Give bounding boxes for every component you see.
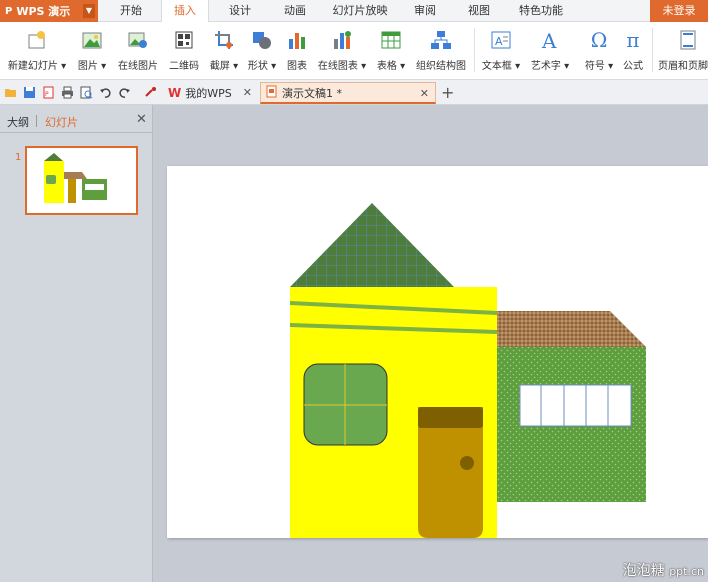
tab-animation[interactable]: 动画 — [275, 0, 315, 22]
house-drawing — [289, 203, 646, 538]
tab-view[interactable]: 视图 — [459, 0, 499, 22]
shapes-icon — [250, 27, 274, 53]
new-slide-button[interactable]: 新建幻灯片 ▾ — [4, 24, 70, 76]
print-icon[interactable] — [61, 86, 74, 99]
screenshot-button[interactable]: 截屏 ▾ — [206, 24, 242, 76]
picture-button[interactable]: 图片 ▾ — [74, 24, 110, 76]
slide-panel: 大纲 幻灯片 ✕ 1 — [0, 105, 153, 582]
screenshot-icon — [212, 27, 236, 53]
shapes-button[interactable]: 形状 ▾ — [244, 24, 280, 76]
tab-divider — [36, 115, 37, 127]
org-chart-icon — [429, 27, 453, 53]
org-chart-button[interactable]: 组织结构图 — [412, 24, 470, 76]
tab-outline[interactable]: 大纲 — [7, 114, 29, 130]
ribbon-toolbar: 新建幻灯片 ▾ 图片 ▾ 在线图片 二维码 截屏 ▾ 形状 ▾ 图表 在线图表 … — [0, 22, 708, 80]
save-icon[interactable] — [23, 86, 36, 99]
slide-thumbnail[interactable] — [25, 146, 138, 215]
tab-design[interactable]: 设计 — [220, 0, 260, 22]
svg-text:A: A — [495, 35, 503, 48]
online-chart-button[interactable]: 在线图表 ▾ — [314, 24, 370, 76]
chevron-down-icon[interactable]: ▼ — [83, 4, 95, 18]
formula-button[interactable]: π 公式 — [618, 24, 648, 76]
tab-features[interactable]: 特色功能 — [511, 0, 571, 22]
presentation-doc-icon — [266, 85, 277, 101]
new-slide-icon — [25, 27, 49, 53]
slide-panel-tabs: 大纲 幻灯片 ✕ — [0, 105, 153, 133]
online-picture-icon — [126, 27, 150, 53]
doc-tab-presentation[interactable]: 演示文稿1 * ✕ — [260, 82, 436, 104]
online-picture-button[interactable]: 在线图片 — [114, 24, 162, 76]
undo-icon[interactable] — [99, 86, 112, 99]
open-folder-icon[interactable] — [4, 86, 17, 99]
table-button[interactable]: 表格 ▾ — [372, 24, 410, 76]
export-pdf-icon[interactable]: P — [42, 86, 55, 99]
tab-home[interactable]: 开始 — [111, 0, 151, 22]
chart-icon — [285, 27, 309, 53]
qrcode-icon — [172, 27, 196, 53]
table-icon — [379, 27, 403, 53]
ribbon-divider — [652, 28, 653, 72]
login-button[interactable]: 未登录 — [650, 0, 708, 22]
format-painter-icon[interactable] — [144, 86, 157, 99]
chart-button[interactable]: 图表 — [282, 24, 312, 76]
redo-icon[interactable] — [118, 86, 131, 99]
front-door[interactable] — [418, 407, 483, 538]
print-preview-icon[interactable] — [80, 86, 93, 99]
tab-slides[interactable]: 幻灯片 — [45, 114, 78, 130]
slide-thumbnail-preview — [44, 153, 107, 203]
close-icon[interactable]: ✕ — [420, 87, 429, 100]
main-window[interactable] — [303, 363, 388, 446]
picture-icon — [80, 27, 104, 53]
tab-insert[interactable]: 插入 — [161, 0, 209, 23]
watermark: 泡泡糖 ppt.cn — [622, 563, 704, 579]
svg-text:A: A — [541, 29, 557, 51]
quick-access-toolbar: P W 我的WPS ✕ 演示文稿1 * ✕ — [0, 80, 708, 105]
slide-editor[interactable] — [167, 166, 708, 538]
online-chart-icon — [330, 27, 354, 53]
tab-review[interactable]: 审阅 — [405, 0, 445, 22]
side-window[interactable] — [519, 384, 632, 427]
app-menu-button[interactable]: P WPS 演示 ▼ — [0, 0, 98, 22]
svg-text:P: P — [45, 91, 49, 98]
symbol-button[interactable]: Ω 符号 ▾ — [580, 24, 618, 76]
close-icon[interactable]: ✕ — [136, 112, 147, 127]
wordart-icon: A — [538, 27, 562, 53]
wps-logo-icon: P — [5, 5, 13, 17]
textbox-button[interactable]: A 文本框 ▾ — [478, 24, 524, 76]
tab-slideshow[interactable]: 幻灯片放映 — [328, 0, 392, 22]
formula-icon: π — [626, 28, 640, 52]
symbol-icon: Ω — [590, 28, 608, 52]
qrcode-button[interactable]: 二维码 — [166, 24, 202, 76]
ribbon-divider — [474, 28, 475, 72]
app-name: WPS 演示 — [16, 5, 71, 18]
textbox-icon: A — [489, 27, 513, 53]
wordart-button[interactable]: A 艺术字 ▾ — [526, 24, 574, 76]
doc-tab-my-wps[interactable]: W 我的WPS ✕ — [162, 82, 258, 104]
close-icon[interactable]: ✕ — [243, 86, 252, 99]
wps-logo-icon: W — [168, 86, 182, 100]
new-tab-icon[interactable]: + — [441, 83, 454, 102]
header-footer-icon — [676, 27, 700, 53]
menu-bar: P WPS 演示 ▼ 开始 插入 设计 动画 幻灯片放映 审阅 视图 特色功能 … — [0, 0, 708, 23]
main-roof[interactable] — [290, 203, 454, 287]
header-footer-button[interactable]: 页眉和页脚 — [658, 24, 708, 76]
slide-number: 1 — [15, 152, 22, 163]
door-knob — [460, 456, 474, 470]
side-roof[interactable] — [497, 311, 646, 347]
